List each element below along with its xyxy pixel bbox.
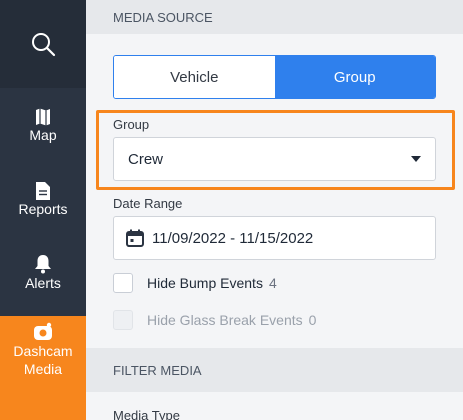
group-select-value: Crew xyxy=(128,150,164,168)
nav-item-dashcam-media[interactable]: Dashcam Media xyxy=(0,316,86,420)
date-range-value: 11/09/2022 - 11/15/2022 xyxy=(152,229,314,247)
media-type-label: Media Type xyxy=(113,408,180,420)
hide-bump-events-checkbox[interactable] xyxy=(113,273,133,293)
calendar-icon xyxy=(126,229,144,247)
hide-glass-break-events-row: Hide Glass Break Events 0 xyxy=(113,310,316,330)
date-range-field[interactable]: 11/09/2022 - 11/15/2022 xyxy=(113,216,436,260)
hide-glass-break-events-count: 0 xyxy=(308,312,317,328)
date-range-label: Date Range xyxy=(113,196,183,211)
nav-label-dashcam: Dashcam xyxy=(13,343,73,359)
nav-label-map: Map xyxy=(29,127,57,143)
nav-rail: Map Reports Alerts Dashcam Media xyxy=(0,0,86,420)
section-header-media-source: MEDIA SOURCE xyxy=(86,0,463,34)
file-icon xyxy=(36,182,50,200)
search-icon xyxy=(32,33,56,57)
section-header-filter-media: FILTER MEDIA xyxy=(86,348,463,392)
hide-bump-events-row[interactable]: Hide Bump Events 4 xyxy=(113,273,277,293)
camera-icon xyxy=(34,322,52,340)
hide-bump-events-label: Hide Bump Events xyxy=(147,275,263,291)
nav-item-alerts[interactable]: Alerts xyxy=(0,254,86,304)
nav-label-reports: Reports xyxy=(18,201,68,217)
group-select[interactable]: Crew xyxy=(113,137,436,181)
group-label: Group xyxy=(113,117,150,132)
map-icon xyxy=(36,108,50,126)
nav-label-alerts: Alerts xyxy=(25,275,61,291)
media-panel: MEDIA SOURCE Vehicle Group Group Crew Da… xyxy=(86,0,463,420)
source-toggle: Vehicle Group xyxy=(113,55,436,99)
toggle-group-button[interactable]: Group xyxy=(274,56,435,98)
hide-glass-break-events-label: Hide Glass Break Events xyxy=(147,312,303,328)
nav-item-reports[interactable]: Reports xyxy=(0,182,86,232)
hide-glass-break-events-checkbox xyxy=(113,310,133,330)
caret-down-icon xyxy=(411,156,421,162)
toggle-vehicle-button[interactable]: Vehicle xyxy=(114,56,275,98)
nav-label-media: Media xyxy=(23,361,63,377)
bell-icon xyxy=(35,255,51,274)
hide-bump-events-count: 4 xyxy=(268,275,277,291)
nav-search[interactable] xyxy=(0,0,86,88)
nav-item-map[interactable]: Map xyxy=(0,108,86,158)
